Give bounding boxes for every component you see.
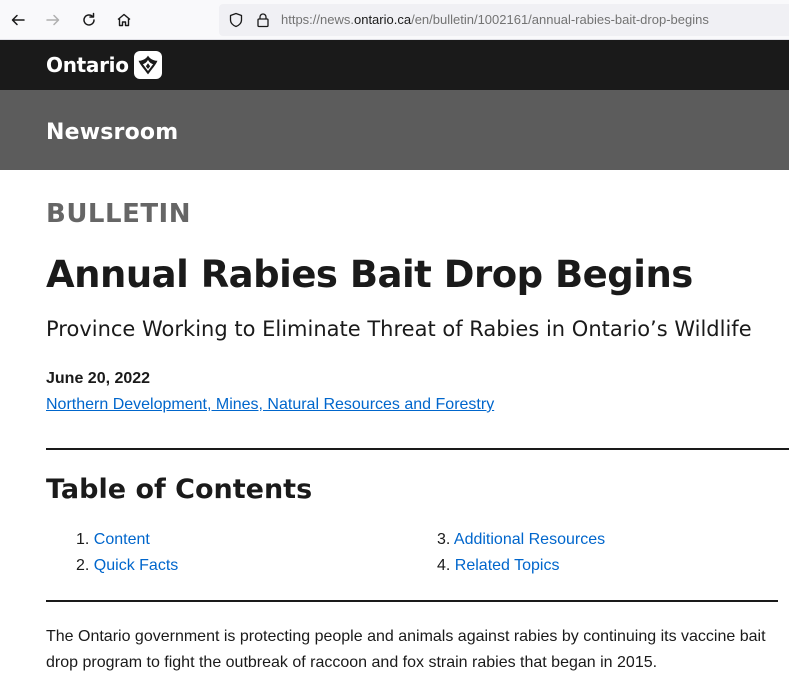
toc-item-content: 1. Content [76, 531, 150, 549]
article-body-paragraph: The Ontario government is protecting peo… [46, 628, 766, 671]
divider [46, 600, 778, 602]
toc-item-number: 3. [437, 531, 451, 548]
publish-date: June 20, 2022 [46, 370, 151, 387]
arrow-right-icon [46, 14, 60, 26]
ontario-logo-link[interactable]: Ontario [46, 51, 162, 79]
toc-link-related-topics[interactable]: Related Topics [455, 557, 560, 574]
home-icon [117, 13, 131, 27]
newsroom-link[interactable]: Newsroom [46, 120, 178, 145]
page-subtitle: Province Working to Eliminate Threat of … [46, 317, 752, 341]
lock-icon[interactable] [255, 12, 271, 28]
shield-icon[interactable] [228, 12, 244, 28]
toc-item-additional-resources: 3. Additional Resources [437, 531, 605, 549]
home-button[interactable] [112, 8, 136, 32]
forward-button[interactable] [41, 8, 65, 32]
newsroom-banner: Newsroom [0, 90, 789, 170]
toc-item-quick-facts: 2. Quick Facts [76, 557, 178, 575]
arrow-left-icon [11, 14, 25, 26]
url-prefix: https://news. [281, 12, 354, 27]
ministry-link[interactable]: Northern Development, Mines, Natural Res… [46, 396, 494, 414]
trillium-icon [133, 51, 162, 79]
toc-link-additional-resources[interactable]: Additional Resources [454, 531, 605, 548]
divider [46, 448, 789, 450]
reload-button[interactable] [77, 8, 101, 32]
toc-item-number: 1. [76, 531, 90, 548]
url-path: /en/bulletin/1002161/annual-rabies-bait-… [411, 12, 709, 27]
toc-item-related-topics: 4. Related Topics [437, 557, 559, 575]
browser-toolbar: https://news.ontario.ca/en/bulletin/1002… [0, 0, 789, 40]
reload-icon [83, 12, 95, 26]
bulletin-label: BULLETIN [46, 199, 191, 229]
toc-heading: Table of Contents [46, 474, 313, 505]
url-host: ontario.ca [353, 12, 412, 27]
page-title: Annual Rabies Bait Drop Begins [46, 253, 693, 296]
toc-link-quick-facts[interactable]: Quick Facts [94, 557, 178, 574]
ontario-wordmark: Ontario [46, 53, 129, 77]
toc-item-number: 4. [437, 557, 451, 574]
toc-link-content[interactable]: Content [94, 531, 150, 548]
toc-item-number: 2. [76, 557, 90, 574]
url-text[interactable]: https://news.ontario.ca/en/bulletin/1002… [281, 12, 709, 27]
ontario-header: Ontario [0, 40, 789, 90]
address-bar[interactable]: https://news.ontario.ca/en/bulletin/1002… [219, 4, 789, 36]
back-button[interactable] [6, 8, 30, 32]
